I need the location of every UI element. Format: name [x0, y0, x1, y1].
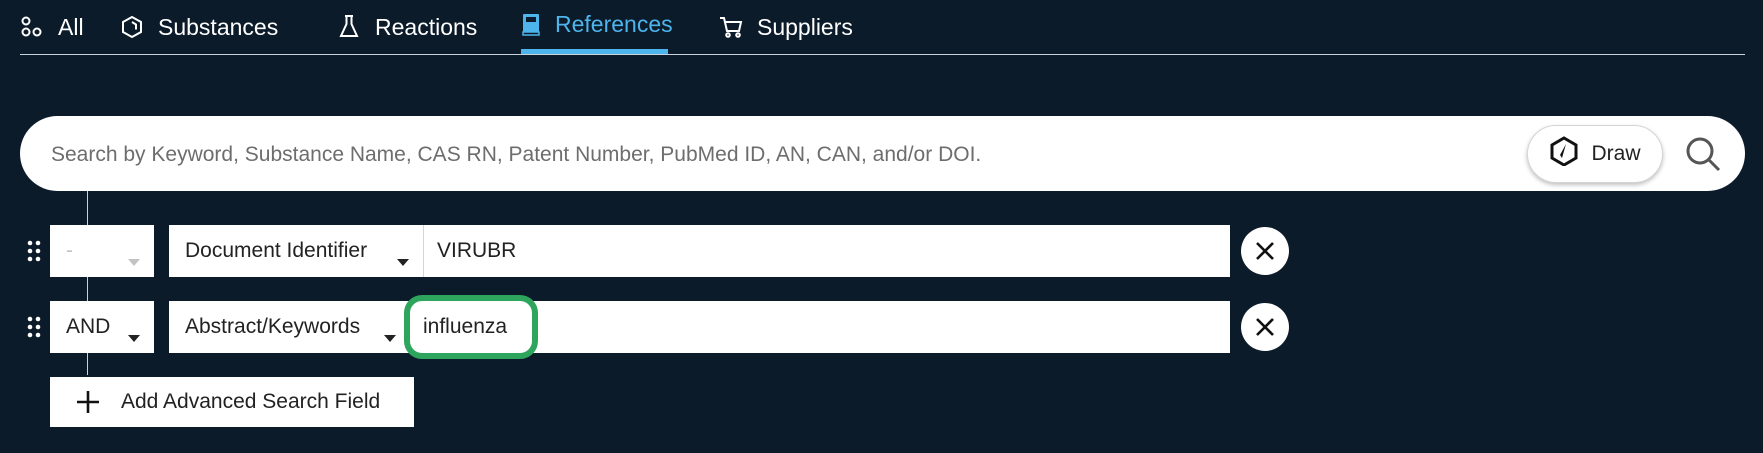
plus-icon — [76, 390, 100, 414]
tab-all[interactable]: All — [20, 0, 84, 54]
tab-references[interactable]: References — [521, 0, 673, 54]
field-type-select[interactable]: Document Identifier — [169, 225, 423, 277]
search-field: Abstract/Keywords influenza — [169, 301, 1230, 353]
drag-handle-icon[interactable] — [24, 225, 44, 277]
field-type-select[interactable]: Abstract/Keywords — [169, 301, 410, 353]
tab-label: Suppliers — [757, 13, 853, 40]
caret-down-icon — [397, 248, 409, 272]
operator-select[interactable]: AND — [50, 301, 154, 353]
caret-down-icon — [128, 324, 140, 348]
close-icon — [1256, 242, 1274, 260]
tab-label: References — [555, 11, 673, 37]
book-icon — [521, 13, 541, 37]
search-bar: Draw — [20, 116, 1745, 191]
close-icon — [1256, 318, 1274, 336]
draw-button-label: Draw — [1591, 142, 1641, 165]
tab-reactions[interactable]: Reactions — [337, 0, 477, 54]
cart-icon — [719, 15, 743, 39]
tab-label: All — [58, 13, 84, 40]
search-field: Document Identifier VIRUBR — [169, 225, 1230, 277]
value-highlight-outline — [404, 295, 538, 359]
remove-row-button[interactable] — [1241, 303, 1289, 351]
tab-label: Substances — [158, 13, 279, 40]
add-field-label: Add Advanced Search Field — [121, 390, 381, 413]
tab-label: Reactions — [375, 13, 478, 40]
field-type-value: Abstract/Keywords — [185, 315, 361, 338]
field-type-value: Document Identifier — [185, 239, 368, 262]
caret-down-icon — [128, 248, 140, 272]
field-value-input[interactable]: VIRUBR — [423, 225, 1230, 277]
add-advanced-search-field-button[interactable]: Add Advanced Search Field — [50, 377, 414, 427]
search-type-tabs: All Substances Reactions References Supp… — [20, 0, 1745, 55]
substance-hexagon-icon — [120, 15, 144, 39]
draw-structure-icon — [1549, 136, 1579, 172]
search-icon[interactable] — [1684, 135, 1722, 173]
search-input[interactable] — [49, 134, 1533, 176]
drag-handle-icon[interactable] — [24, 301, 44, 353]
operator-value: AND — [66, 315, 111, 338]
operator-value: - — [66, 239, 73, 262]
operator-select[interactable]: - — [50, 225, 154, 277]
caret-down-icon — [384, 324, 396, 348]
tab-suppliers[interactable]: Suppliers — [719, 0, 853, 54]
draw-button[interactable]: Draw — [1527, 125, 1663, 183]
remove-row-button[interactable] — [1241, 227, 1289, 275]
flask-icon — [337, 15, 361, 39]
tab-substances[interactable]: Substances — [120, 0, 278, 54]
all-icon — [20, 15, 44, 39]
